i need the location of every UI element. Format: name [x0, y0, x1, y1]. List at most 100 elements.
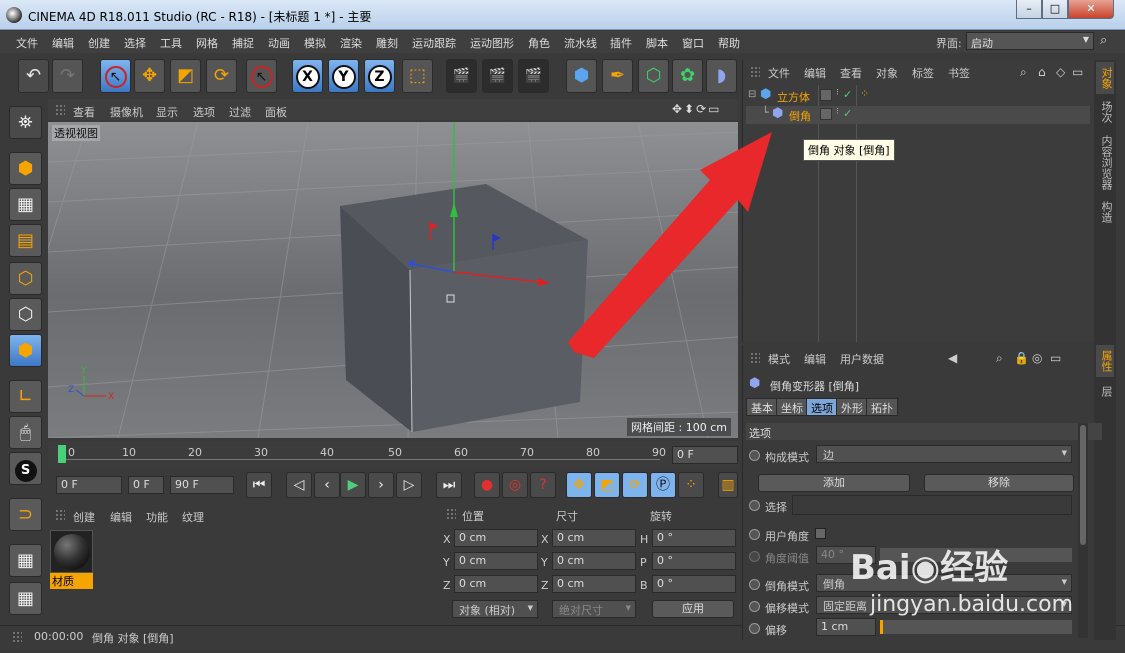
selection-field[interactable] — [792, 495, 1072, 515]
object-menu-edit[interactable]: 编辑 — [804, 65, 826, 81]
menu-plugins[interactable]: 插件 — [610, 35, 632, 51]
viewport-menu-camera[interactable]: 摄像机 — [110, 104, 143, 120]
object-menu-objects[interactable]: 对象 — [876, 65, 898, 81]
build-mode-select[interactable]: 边 — [816, 445, 1072, 463]
timeline-window-icon[interactable]: ▥ — [718, 472, 738, 498]
visibility-toggle[interactable] — [820, 108, 832, 120]
axis-mode-icon[interactable]: ∟ — [9, 380, 42, 413]
tweak-mode-icon[interactable]: 🖱 — [9, 416, 42, 449]
previous-frame-icon[interactable]: ‹ — [314, 472, 340, 498]
viewport-menu-filter[interactable]: 过滤 — [229, 104, 251, 120]
menu-animate[interactable]: 动画 — [268, 35, 290, 51]
menu-snap[interactable]: 捕捉 — [232, 35, 254, 51]
render-settings-icon[interactable]: 🎬 — [518, 59, 549, 93]
attr-tab-topology[interactable]: 拓扑 — [866, 398, 898, 416]
material-menu-edit[interactable]: 编辑 — [110, 509, 132, 525]
parameter-key-icon[interactable]: Ⓟ — [650, 472, 676, 498]
model-mode-icon[interactable]: ⬢ — [9, 152, 42, 185]
timeline-end-frame-field[interactable]: 0 F — [672, 446, 738, 464]
viewport-menu-view[interactable]: 查看 — [73, 104, 95, 120]
pen-spline-icon[interactable]: ✒ — [602, 59, 633, 93]
subdivision-icon[interactable]: ⬡ — [638, 59, 669, 93]
object-search-icon[interactable]: ⌕ — [1020, 65, 1027, 80]
material-menu-function[interactable]: 功能 — [146, 509, 168, 525]
object-menu-bookmarks[interactable]: 书签 — [948, 65, 970, 81]
new-manager-icon[interactable]: ▭ — [1050, 351, 1061, 365]
tab-structure[interactable]: 构造 — [1096, 196, 1114, 228]
menu-create[interactable]: 创建 — [88, 35, 110, 51]
object-menu-tags[interactable]: 标签 — [912, 65, 934, 81]
size-y-field[interactable]: 0 cm — [552, 552, 636, 570]
redo-icon[interactable]: ↷ — [52, 59, 83, 93]
workplane-lock-icon[interactable]: ▦ — [9, 544, 42, 577]
attr-menu-mode[interactable]: 模式 — [768, 351, 790, 367]
attr-scrollbar[interactable] — [1078, 423, 1088, 638]
menu-mograph[interactable]: 运动图形 — [470, 35, 514, 51]
points-mode-icon[interactable]: ⬡ — [9, 262, 42, 295]
position-y-field[interactable]: 0 cm — [454, 552, 538, 570]
attr-search-icon[interactable]: ⌕ — [996, 351, 1003, 366]
panel-grip-icon[interactable] — [55, 509, 65, 521]
attr-tab-coord[interactable]: 坐标 — [776, 398, 808, 416]
offset-field[interactable]: 1 cm — [816, 618, 876, 636]
live-select-icon[interactable]: ↖ — [100, 59, 131, 93]
animate-radio[interactable] — [749, 529, 760, 540]
menu-tools[interactable]: 工具 — [160, 35, 182, 51]
material-menu-create[interactable]: 创建 — [73, 509, 95, 525]
panel-grip-icon[interactable] — [446, 508, 456, 520]
animate-radio[interactable] — [749, 623, 760, 634]
attr-menu-user-data[interactable]: 用户数据 — [840, 351, 884, 367]
viewport-menu-options[interactable]: 选项 — [193, 104, 215, 120]
animate-radio[interactable] — [749, 579, 760, 590]
rotation-b-field[interactable]: 0 ° — [652, 575, 736, 593]
planar-workplane-icon[interactable]: ▦ — [9, 582, 42, 615]
home-icon[interactable]: ⌂ — [1038, 65, 1046, 79]
menu-mesh[interactable]: 网格 — [196, 35, 218, 51]
array-generator-icon[interactable]: ✿ — [672, 59, 703, 93]
back-arrow-icon[interactable]: ◀ — [948, 351, 957, 365]
object-menu-file[interactable]: 文件 — [768, 65, 790, 81]
attr-tab-shape[interactable]: 外形 — [836, 398, 868, 416]
object-menu-view[interactable]: 查看 — [840, 65, 862, 81]
visibility-toggle[interactable] — [820, 89, 832, 101]
animate-radio[interactable] — [749, 551, 760, 562]
menu-window[interactable]: 窗口 — [682, 35, 704, 51]
autokey-icon[interactable]: ◎ — [502, 472, 528, 498]
undo-icon[interactable]: ↶ — [18, 59, 49, 93]
tab-attributes[interactable]: 属性 — [1096, 345, 1114, 377]
animate-radio[interactable] — [749, 601, 760, 612]
tab-content-browser[interactable]: 内容浏览器 — [1096, 130, 1114, 194]
offset-slider[interactable] — [880, 620, 1072, 634]
workplane-mode-icon[interactable]: ▤ — [9, 224, 42, 257]
render-picture-viewer-icon[interactable]: 🎬 — [482, 59, 513, 93]
user-angle-checkbox[interactable] — [815, 528, 826, 539]
rotate-icon[interactable]: ⟳ — [206, 59, 237, 93]
menu-motion-tracking[interactable]: 运动跟踪 — [412, 35, 456, 51]
record-keys-icon[interactable]: ● — [474, 472, 500, 498]
point-level-animation-icon[interactable]: ⁘ — [678, 472, 704, 498]
settings-icon[interactable]: ◎ — [1032, 351, 1042, 365]
menu-file[interactable]: 文件 — [16, 35, 38, 51]
new-view-icon[interactable]: ▭ — [1072, 65, 1083, 79]
object-row-cube[interactable]: ⊟ ⬢ 立方体 ⁝ ✓ ⁘ — [746, 87, 1090, 105]
edges-mode-icon[interactable]: ⬡ — [9, 298, 42, 331]
go-to-start-icon[interactable]: ⏮ — [246, 472, 272, 498]
position-key-icon[interactable]: ✥ — [566, 472, 592, 498]
minimize-button[interactable]: – — [1016, 0, 1042, 19]
maximize-button[interactable]: □ — [1042, 0, 1068, 19]
menu-edit[interactable]: 编辑 — [52, 35, 74, 51]
end-frame-field[interactable]: 90 F — [170, 476, 234, 494]
move-icon[interactable]: ✥ — [134, 59, 165, 93]
lock-icon[interactable]: 🔒 — [1014, 351, 1029, 365]
position-x-field[interactable]: 0 cm — [454, 529, 538, 547]
scale-icon[interactable]: ◩ — [170, 59, 201, 93]
apply-button[interactable]: 应用 — [652, 600, 734, 618]
menu-simulate[interactable]: 模拟 — [304, 35, 326, 51]
panel-grip-icon[interactable] — [12, 631, 22, 643]
magnet-icon[interactable]: ⊃ — [9, 498, 42, 531]
menu-pipeline[interactable]: 流水线 — [564, 35, 597, 51]
recent-tool-icon[interactable]: ↖ — [246, 59, 277, 93]
coordinate-mode-select[interactable]: 对象 (相对) — [452, 600, 538, 618]
next-key-icon[interactable]: ▷ — [396, 472, 422, 498]
remove-button[interactable]: 移除 — [924, 474, 1074, 492]
